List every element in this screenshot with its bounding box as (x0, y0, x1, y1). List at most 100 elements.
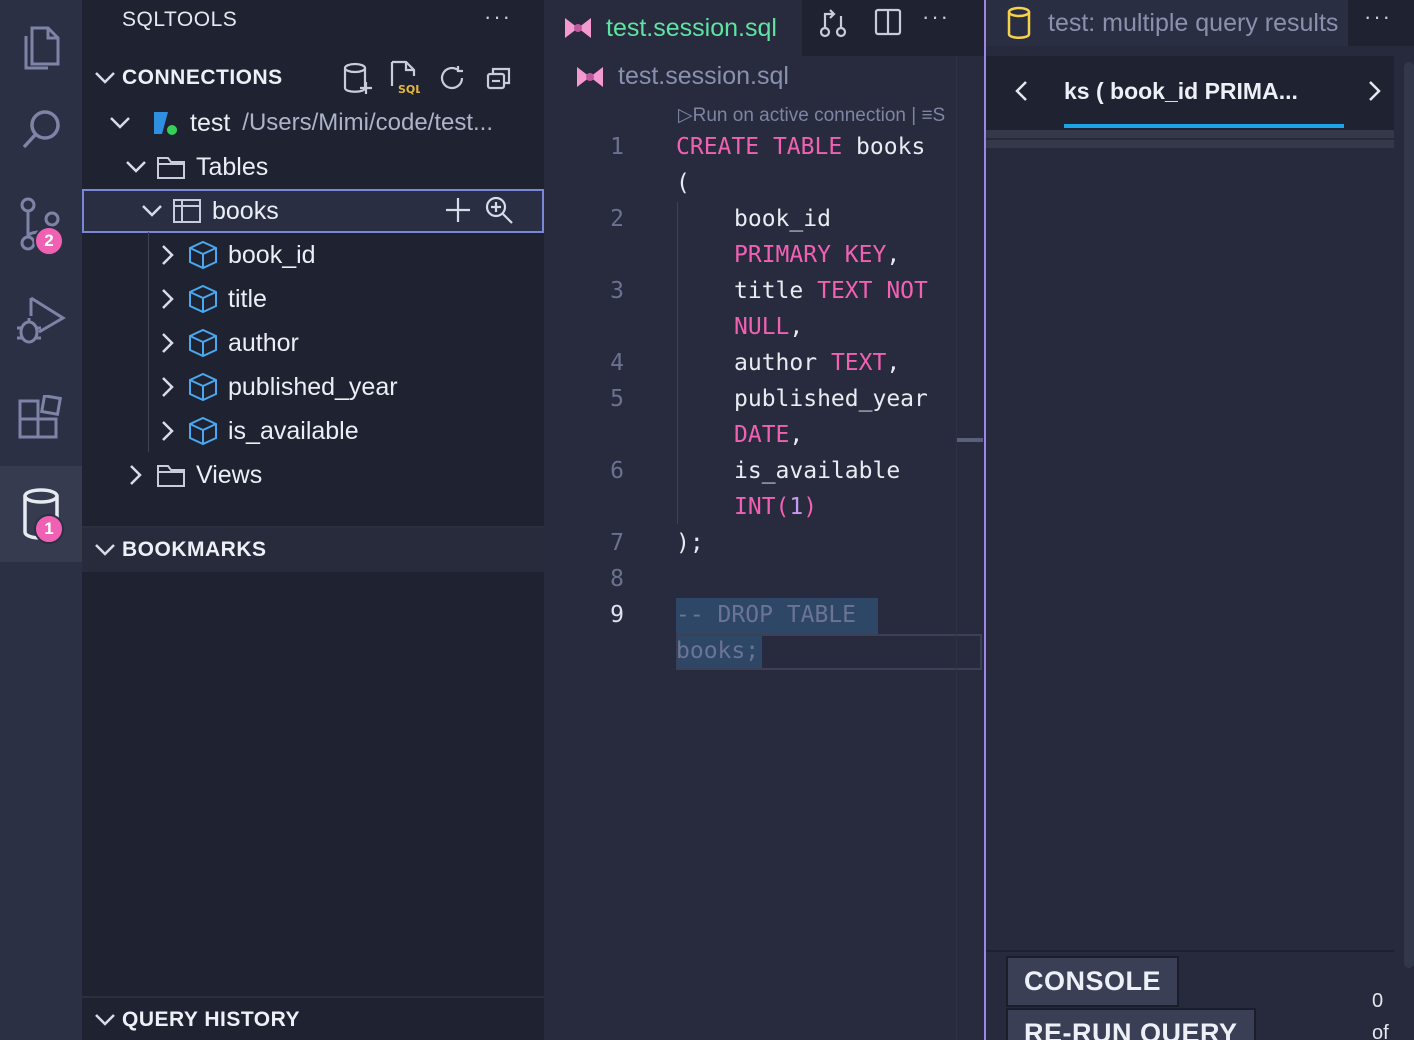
line-number-current: 9 (610, 602, 624, 628)
line-number: 8 (610, 566, 624, 592)
chevron-down-icon (106, 116, 134, 130)
svg-text:SQL: SQL (398, 83, 420, 96)
tab-query-results[interactable]: test: multiple query results (986, 0, 1348, 46)
query-tab-label[interactable]: ks ( book_id PRIMA... (1064, 78, 1298, 105)
new-sql-file-icon[interactable]: SQL (388, 60, 420, 96)
search-icon (16, 105, 66, 155)
code-line[interactable]: published_year (734, 386, 928, 412)
results-more-button[interactable]: ··· (1364, 4, 1392, 30)
sidebar-title: SQLTOOLS (122, 8, 238, 31)
sidebar-more-button[interactable]: ··· (484, 4, 512, 30)
tables-label: Tables (196, 152, 269, 181)
connection-path: /Users/Mimi/code/test... (242, 109, 494, 136)
rerun-query-button[interactable]: RE-RUN QUERY (1006, 1008, 1256, 1040)
code-line[interactable]: title TEXT NOT (734, 278, 928, 304)
chevron-right-icon[interactable] (1368, 80, 1382, 102)
code-line[interactable]: is_available (734, 458, 900, 484)
sqlite-connection-icon (148, 108, 182, 138)
code-line-comment[interactable]: -- DROP TABLE (676, 602, 856, 628)
breadcrumb[interactable]: test.session.sql (574, 62, 789, 91)
breadcrumb-label: test.session.sql (618, 62, 789, 90)
code-line[interactable]: DATE, (734, 422, 803, 448)
connections-section-header[interactable]: CONNECTIONS (82, 56, 544, 100)
column-cube-icon (186, 372, 220, 402)
run-debug-button[interactable] (0, 272, 82, 368)
line-number: 7 (610, 530, 624, 556)
code-line[interactable]: book_id (734, 206, 831, 232)
results-table-area (986, 150, 1394, 950)
source-control-badge: 2 (34, 226, 64, 256)
chevron-down-icon (138, 204, 166, 218)
folder-icon (154, 154, 188, 180)
views-folder[interactable]: Views (82, 453, 544, 497)
chevron-right-icon (154, 376, 182, 398)
sqltools-button[interactable]: 1 (0, 466, 82, 562)
column-label: book_id (228, 240, 316, 269)
database-icon (1006, 6, 1032, 40)
run-on-active-connection-codelens[interactable]: ▷Run on active connection | ≡S (678, 104, 945, 127)
query-history-section-header[interactable]: QUERY HISTORY (82, 998, 544, 1040)
minimap-edge (956, 56, 957, 1040)
table-header-divider (986, 130, 1394, 138)
connection-item-test[interactable]: test /Users/Mimi/code/test... (82, 101, 544, 145)
line-number: 5 (610, 386, 624, 412)
editor-tab-bar: test.session.sql ··· (544, 0, 984, 56)
code-line[interactable]: ); (676, 530, 704, 556)
result-count: 0 (1372, 990, 1384, 1012)
split-editor-icon[interactable] (874, 8, 902, 36)
bookmarks-section-header[interactable]: BOOKMARKS (82, 528, 544, 572)
bow-file-icon (562, 15, 594, 41)
bookmarks-header-label: BOOKMARKS (122, 538, 267, 561)
column-label: title (228, 284, 267, 313)
column-cube-icon (186, 240, 220, 270)
refresh-icon[interactable] (438, 64, 466, 92)
column-item-title[interactable]: title (82, 277, 544, 321)
chevron-left-icon[interactable] (1014, 80, 1028, 102)
column-item-author[interactable]: author (82, 321, 544, 365)
add-connection-icon[interactable] (342, 62, 372, 96)
source-control-button[interactable]: 2 (0, 176, 82, 272)
code-line[interactable]: INT(1) (734, 494, 817, 520)
result-count-of: of (1372, 1022, 1389, 1040)
table-header-divider (986, 140, 1394, 148)
column-item-published-year[interactable]: published_year (82, 365, 544, 409)
sqltools-badge: 1 (34, 514, 64, 544)
active-tab-underline (1064, 124, 1344, 128)
query-history-header-label: QUERY HISTORY (122, 1008, 301, 1031)
add-icon[interactable] (444, 196, 472, 224)
chevron-right-icon (154, 332, 182, 354)
code-line[interactable]: PRIMARY KEY, (734, 242, 900, 268)
chevron-down-icon (82, 71, 122, 85)
console-button[interactable]: CONSOLE (1006, 956, 1180, 1007)
code-line[interactable]: CREATE TABLE books (676, 134, 925, 160)
line-number: 4 (610, 350, 624, 376)
compare-changes-icon[interactable] (818, 6, 848, 38)
column-item-is-available[interactable]: is_available (82, 409, 544, 453)
line-number: 6 (610, 458, 624, 484)
query-tabs: ks ( book_id PRIMA... (986, 56, 1394, 130)
zoom-in-icon[interactable] (484, 195, 514, 225)
tab-label: test.session.sql (606, 13, 777, 42)
column-item-book-id[interactable]: book_id (82, 233, 544, 277)
tables-folder[interactable]: Tables (82, 145, 544, 189)
code-line-comment[interactable]: books; (676, 638, 759, 664)
line-number: 1 (610, 134, 624, 160)
results-scrollbar[interactable] (1404, 62, 1414, 968)
code-line[interactable]: author TEXT, (734, 350, 900, 376)
collapse-all-icon[interactable] (486, 66, 512, 90)
code-line[interactable]: NULL, (734, 314, 803, 340)
extensions-button[interactable] (0, 370, 82, 466)
search-button[interactable] (0, 82, 82, 178)
editor-more-button[interactable]: ··· (922, 4, 950, 30)
column-label: published_year (228, 372, 398, 401)
column-label: is_available (228, 416, 359, 445)
chevron-down-icon (122, 160, 150, 174)
code-line[interactable]: ( (676, 170, 690, 196)
minimap-slider[interactable] (957, 438, 983, 442)
chevron-right-icon (154, 288, 182, 310)
table-item-books[interactable]: books (82, 189, 544, 233)
column-label: author (228, 328, 299, 357)
tab-test-session-sql[interactable]: test.session.sql (544, 0, 802, 56)
query-results-panel: test: multiple query results ··· ks ( bo… (986, 0, 1414, 1040)
results-tab-label: test: multiple query results (1048, 8, 1339, 37)
